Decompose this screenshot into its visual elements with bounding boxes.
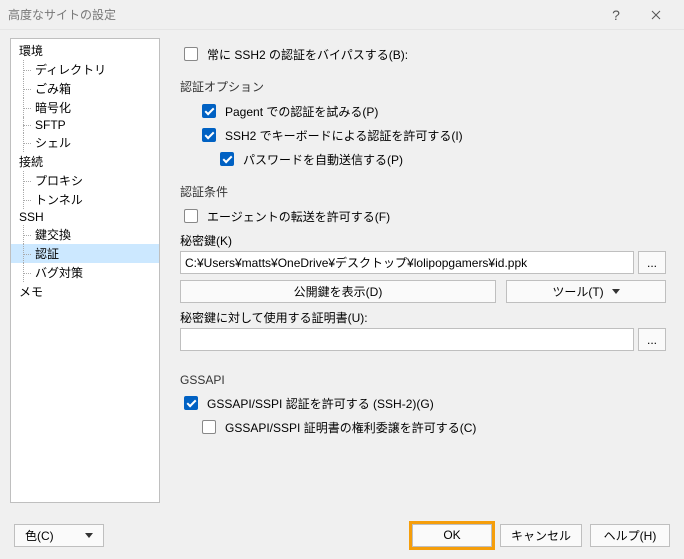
allow-agent-forward-label: エージェントの転送を許可する(F): [207, 208, 390, 225]
auto-send-password-checkbox[interactable]: パスワードを自動送信する(P): [180, 149, 666, 169]
chevron-down-icon: [85, 533, 93, 538]
auth-conditions-heading: 認証条件: [180, 183, 666, 200]
tree-node[interactable]: 暗号化: [11, 98, 159, 117]
chevron-down-icon: [612, 289, 620, 294]
allow-keyboard-label: SSH2 でキーボードによる認証を許可する(I): [225, 127, 463, 144]
allow-keyboard-checkbox[interactable]: SSH2 でキーボードによる認証を許可する(I): [180, 125, 666, 145]
private-key-input[interactable]: [180, 251, 634, 274]
tree-node[interactable]: シェル: [11, 133, 159, 152]
allow-gssapi-checkbox[interactable]: GSSAPI/SSPI 認証を許可する (SSH-2)(G): [180, 393, 666, 413]
try-pagent-input[interactable]: [202, 104, 216, 118]
allow-keyboard-input[interactable]: [202, 128, 216, 142]
cert-input[interactable]: [180, 328, 634, 351]
close-icon[interactable]: [636, 0, 676, 30]
tree-node[interactable]: ディレクトリ: [11, 60, 159, 79]
tree-node[interactable]: 環境: [11, 41, 159, 60]
tree-node[interactable]: トンネル: [11, 190, 159, 209]
browse-private-key-button[interactable]: ...: [638, 251, 666, 274]
content-panel: 常に SSH2 の認証をバイパスする(B): 認証オプション Pagent での…: [170, 30, 684, 511]
tree-node[interactable]: プロキシ: [11, 171, 159, 190]
help-icon[interactable]: ?: [596, 0, 636, 30]
sidebar: 環境ディレクトリごみ箱暗号化SFTPシェル接続プロキシトンネルSSH鍵交換認証バ…: [0, 30, 170, 511]
allow-agent-forward-checkbox[interactable]: エージェントの転送を許可する(F): [180, 206, 666, 226]
tree-node[interactable]: SSH: [11, 209, 159, 225]
cert-label: 秘密鍵に対して使用する証明書(U):: [180, 309, 666, 326]
tree-node[interactable]: 接続: [11, 152, 159, 171]
auto-send-password-label: パスワードを自動送信する(P): [243, 151, 403, 168]
private-key-label: 秘密鍵(K): [180, 232, 666, 249]
nav-tree[interactable]: 環境ディレクトリごみ箱暗号化SFTPシェル接続プロキシトンネルSSH鍵交換認証バ…: [10, 38, 160, 503]
ok-button[interactable]: OK: [412, 524, 492, 547]
auth-options-heading: 認証オプション: [180, 78, 666, 95]
window-title: 高度なサイトの設定: [8, 6, 596, 23]
tree-node[interactable]: バグ対策: [11, 263, 159, 282]
allow-gssapi-deleg-input[interactable]: [202, 420, 216, 434]
allow-agent-forward-input[interactable]: [184, 209, 198, 223]
titlebar: 高度なサイトの設定 ?: [0, 0, 684, 30]
color-dropdown[interactable]: 色(C): [14, 524, 104, 547]
allow-gssapi-label: GSSAPI/SSPI 認証を許可する (SSH-2)(G): [207, 395, 434, 412]
tree-node[interactable]: 認証: [11, 244, 159, 263]
cancel-button[interactable]: キャンセル: [500, 524, 582, 547]
footer: 色(C) OK キャンセル ヘルプ(H): [0, 511, 684, 559]
tools-dropdown[interactable]: ツール(T): [506, 280, 666, 303]
tools-label: ツール(T): [552, 283, 603, 300]
allow-gssapi-input[interactable]: [184, 396, 198, 410]
gssapi-heading: GSSAPI: [180, 373, 666, 387]
browse-cert-button[interactable]: ...: [638, 328, 666, 351]
bypass-ssh2-auth-input[interactable]: [184, 47, 198, 61]
color-label: 色(C): [25, 527, 54, 544]
allow-gssapi-deleg-label: GSSAPI/SSPI 証明書の権利委譲を許可する(C): [225, 419, 476, 436]
allow-gssapi-deleg-checkbox[interactable]: GSSAPI/SSPI 証明書の権利委譲を許可する(C): [180, 417, 666, 437]
tree-node[interactable]: 鍵交換: [11, 225, 159, 244]
auto-send-password-input[interactable]: [220, 152, 234, 166]
bypass-ssh2-auth-label: 常に SSH2 の認証をバイパスする(B):: [207, 46, 408, 63]
show-public-key-button[interactable]: 公開鍵を表示(D): [180, 280, 496, 303]
tree-node[interactable]: SFTP: [11, 117, 159, 133]
help-button[interactable]: ヘルプ(H): [590, 524, 670, 547]
try-pagent-label: Pagent での認証を試みる(P): [225, 103, 378, 120]
try-pagent-checkbox[interactable]: Pagent での認証を試みる(P): [180, 101, 666, 121]
tree-node[interactable]: メモ: [11, 282, 159, 301]
tree-node[interactable]: ごみ箱: [11, 79, 159, 98]
bypass-ssh2-auth-checkbox[interactable]: 常に SSH2 の認証をバイパスする(B):: [180, 44, 666, 64]
